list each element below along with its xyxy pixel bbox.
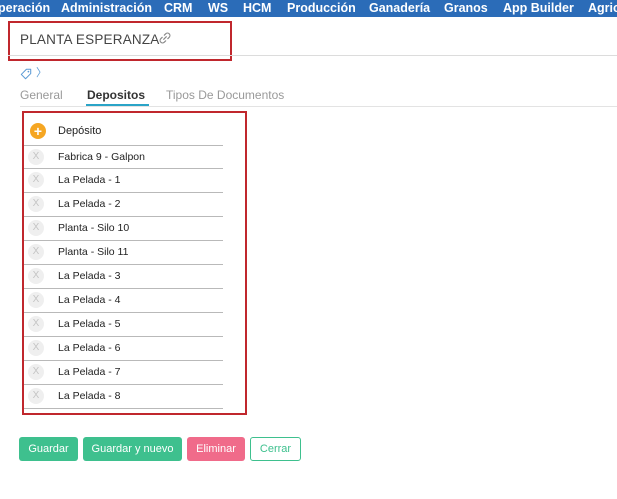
save-button[interactable]: Guardar	[19, 437, 78, 461]
remove-icon[interactable]: X	[28, 220, 44, 236]
nav-item-administracion[interactable]: Administración	[61, 0, 152, 17]
tab-depositos[interactable]: Depositos	[87, 88, 145, 102]
nav-item-ws[interactable]: WS	[208, 0, 228, 17]
row-label: La Pelada - 6	[58, 342, 121, 354]
row-label: Planta - Silo 11	[58, 246, 129, 258]
table-row: X Fabrica 9 - Galpon	[24, 145, 223, 169]
column-header-deposito: Depósito	[58, 125, 102, 137]
tabs-divider	[20, 106, 617, 107]
nav-item-granos[interactable]: Granos	[444, 0, 488, 17]
link-icon[interactable]	[158, 31, 172, 45]
table-row: X La Pelada - 6	[24, 337, 223, 361]
title-divider	[8, 55, 617, 56]
nav-item-operacion[interactable]: peración	[0, 0, 50, 17]
depositos-header: + Depósito	[28, 122, 228, 142]
remove-icon[interactable]: X	[28, 340, 44, 356]
remove-icon[interactable]: X	[28, 196, 44, 212]
remove-icon[interactable]: X	[28, 364, 44, 380]
remove-icon[interactable]: X	[28, 292, 44, 308]
tab-general[interactable]: General	[20, 88, 63, 102]
table-row: X Planta - Silo 11	[24, 241, 223, 265]
row-label: La Pelada - 5	[58, 318, 121, 330]
nav-item-produccion[interactable]: Producción	[287, 0, 356, 17]
page-title: PLANTA ESPERANZA	[20, 32, 160, 47]
top-nav-bar: peración Administración CRM WS HCM Produ…	[0, 0, 617, 17]
nav-item-agricultura[interactable]: Agric	[588, 0, 617, 17]
nav-item-crm[interactable]: CRM	[164, 0, 192, 17]
table-row: X La Pelada - 3	[24, 265, 223, 289]
row-label: La Pelada - 1	[58, 174, 121, 186]
table-row: X La Pelada - 7	[24, 361, 223, 385]
table-row: X La Pelada - 4	[24, 289, 223, 313]
table-row: X La Pelada - 2	[24, 193, 223, 217]
tag-icon[interactable]	[20, 68, 32, 80]
delete-button[interactable]: Eliminar	[187, 437, 245, 461]
row-label: La Pelada - 7	[58, 366, 121, 378]
chevron-right-icon[interactable]: 〉	[36, 67, 47, 80]
row-label: La Pelada - 8	[58, 390, 121, 402]
tab-tipos-de-documentos[interactable]: Tipos De Documentos	[166, 88, 284, 102]
row-label: Fabrica 9 - Galpon	[58, 151, 145, 163]
table-row: X La Pelada - 1	[24, 169, 223, 193]
save-and-new-button[interactable]: Guardar y nuevo	[83, 437, 182, 461]
depositos-list: X Fabrica 9 - Galpon X La Pelada - 1 X L…	[24, 145, 223, 409]
close-button[interactable]: Cerrar	[250, 437, 301, 461]
row-label: La Pelada - 3	[58, 270, 121, 282]
row-label: La Pelada - 4	[58, 294, 121, 306]
nav-item-app-builder[interactable]: App Builder	[503, 0, 574, 17]
table-row: X La Pelada - 5	[24, 313, 223, 337]
remove-icon[interactable]: X	[28, 268, 44, 284]
remove-icon[interactable]: X	[28, 388, 44, 404]
table-row: X Planta - Silo 10	[24, 217, 223, 241]
remove-icon[interactable]: X	[28, 316, 44, 332]
nav-item-hcm[interactable]: HCM	[243, 0, 271, 17]
row-label: La Pelada - 2	[58, 198, 121, 210]
nav-item-ganaderia[interactable]: Ganadería	[369, 0, 430, 17]
row-label: Planta - Silo 10	[58, 222, 130, 234]
table-row: X La Pelada - 8	[24, 385, 223, 409]
depositos-panel: + Depósito X Fabrica 9 - Galpon X La Pel…	[22, 111, 247, 415]
remove-icon[interactable]: X	[28, 172, 44, 188]
add-icon[interactable]: +	[30, 123, 46, 139]
remove-icon[interactable]: X	[28, 244, 44, 260]
remove-icon[interactable]: X	[28, 149, 44, 165]
